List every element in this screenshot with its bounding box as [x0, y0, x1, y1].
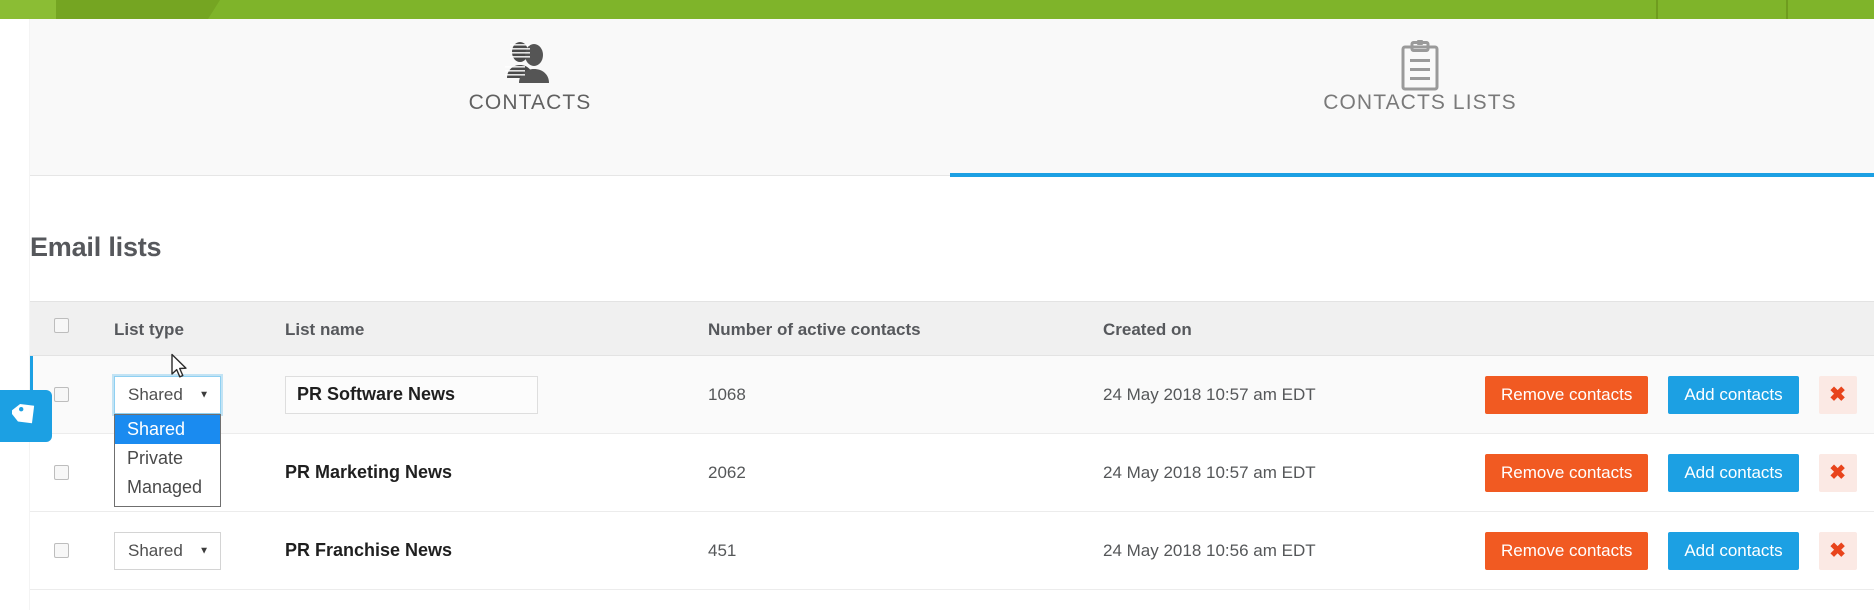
list-type-select-value: Shared	[128, 541, 183, 561]
created-on-cell: 24 May 2018 10:57 am EDT	[1103, 434, 1443, 511]
column-header-list-name: List name	[285, 320, 364, 340]
page-title: Email lists	[30, 232, 161, 263]
list-name-value[interactable]: PR Marketing News	[285, 462, 452, 483]
row-actions-cell: Remove contacts Add contacts ✖	[1485, 356, 1865, 433]
remove-contacts-button[interactable]: Remove contacts	[1485, 376, 1648, 414]
list-name-value: PR Software News	[297, 384, 455, 405]
email-lists-table: List type List name Number of active con…	[30, 301, 1874, 590]
list-type-select-value: Shared	[128, 385, 183, 405]
active-contacts-value: 2062	[708, 463, 746, 483]
row-checkbox-cell	[54, 356, 94, 433]
active-contacts-cell: 451	[708, 512, 938, 589]
active-contacts-value: 451	[708, 541, 736, 561]
tab-strip: CONTACTS CONTACTS LISTS	[30, 19, 1874, 176]
row-checkbox-cell	[54, 512, 94, 589]
list-name-cell: PR Software News	[285, 356, 685, 433]
column-header-created-on: Created on	[1103, 320, 1192, 340]
created-on-value: 24 May 2018 10:56 am EDT	[1103, 541, 1316, 561]
row-actions-cell: Remove contacts Add contacts ✖	[1485, 434, 1865, 511]
table-row[interactable]: Shared ▼ Shared Private Managed PR Softw…	[30, 356, 1874, 434]
page-body: CONTACTS CONTACTS LISTS Email lists	[0, 19, 1874, 610]
tab-active-underline	[950, 173, 1874, 177]
row-actions-cell: Remove contacts Add contacts ✖	[1485, 512, 1865, 589]
people-icon	[350, 19, 710, 91]
select-option-managed[interactable]: Managed	[115, 473, 220, 502]
column-header-list-type: List type	[114, 320, 184, 340]
created-on-cell: 24 May 2018 10:57 am EDT	[1103, 356, 1443, 433]
list-type-cell: Shared ▼ Shared Private Managed	[114, 356, 264, 433]
row-checkbox-cell	[54, 434, 94, 511]
table-row[interactable]: Shared ▼ PR Franchise News 451 24 May 20…	[30, 512, 1874, 590]
clipboard-icon	[950, 19, 1874, 91]
active-contacts-cell: 1068	[708, 356, 938, 433]
created-on-value: 24 May 2018 10:57 am EDT	[1103, 463, 1316, 483]
row-select-checkbox[interactable]	[54, 543, 69, 558]
add-contacts-button[interactable]: Add contacts	[1668, 454, 1798, 492]
top-bar-divider-2	[1786, 0, 1788, 19]
row-select-checkbox[interactable]	[54, 465, 69, 480]
select-all-checkbox-wrap	[54, 318, 69, 333]
add-contacts-button[interactable]: Add contacts	[1668, 376, 1798, 414]
remove-contacts-button[interactable]: Remove contacts	[1485, 454, 1648, 492]
tab-contacts[interactable]: CONTACTS	[350, 19, 710, 176]
list-name-input[interactable]: PR Software News	[285, 376, 538, 414]
list-name-cell: PR Franchise News	[285, 512, 685, 589]
list-name-value[interactable]: PR Franchise News	[285, 540, 452, 561]
app-top-bar	[0, 0, 1874, 19]
list-type-select[interactable]: Shared ▼	[114, 532, 221, 570]
select-option-shared[interactable]: Shared	[115, 415, 220, 444]
active-contacts-cell: 2062	[708, 434, 938, 511]
delete-list-icon[interactable]: ✖	[1819, 376, 1857, 414]
created-on-cell: 24 May 2018 10:56 am EDT	[1103, 512, 1443, 589]
remove-contacts-button[interactable]: Remove contacts	[1485, 532, 1648, 570]
table-header-row: List type List name Number of active con…	[30, 301, 1874, 356]
row-select-checkbox[interactable]	[54, 387, 69, 402]
column-header-active-contacts: Number of active contacts	[708, 320, 921, 340]
tab-contacts-lists[interactable]: CONTACTS LISTS	[950, 19, 1874, 176]
select-option-private[interactable]: Private	[115, 444, 220, 473]
left-gutter	[0, 19, 30, 610]
top-bar-segment-active[interactable]	[56, 0, 208, 19]
list-name-cell: PR Marketing News	[285, 434, 685, 511]
chevron-down-icon: ▼	[199, 545, 209, 556]
table-row[interactable]: Shared ▼ PR Marketing News 2062 24 May 2…	[30, 434, 1874, 512]
select-all-checkbox[interactable]	[54, 318, 69, 333]
tab-contacts-label: CONTACTS	[350, 91, 710, 115]
active-contacts-value: 1068	[708, 385, 746, 405]
tag-icon	[12, 400, 40, 433]
top-bar-divider-1	[1656, 0, 1658, 19]
delete-list-icon[interactable]: ✖	[1819, 532, 1857, 570]
created-on-value: 24 May 2018 10:57 am EDT	[1103, 385, 1316, 405]
list-type-cell: Shared ▼	[114, 512, 264, 589]
list-type-select[interactable]: Shared ▼ Shared Private Managed	[114, 376, 221, 414]
delete-list-icon[interactable]: ✖	[1819, 454, 1857, 492]
tab-contacts-lists-label: CONTACTS LISTS	[950, 91, 1874, 115]
chevron-down-icon: ▼	[199, 389, 209, 400]
list-type-select-menu: Shared Private Managed	[114, 414, 221, 507]
add-contacts-button[interactable]: Add contacts	[1668, 532, 1798, 570]
tag-badge[interactable]	[0, 390, 52, 442]
top-bar-segment-left[interactable]	[0, 0, 56, 19]
